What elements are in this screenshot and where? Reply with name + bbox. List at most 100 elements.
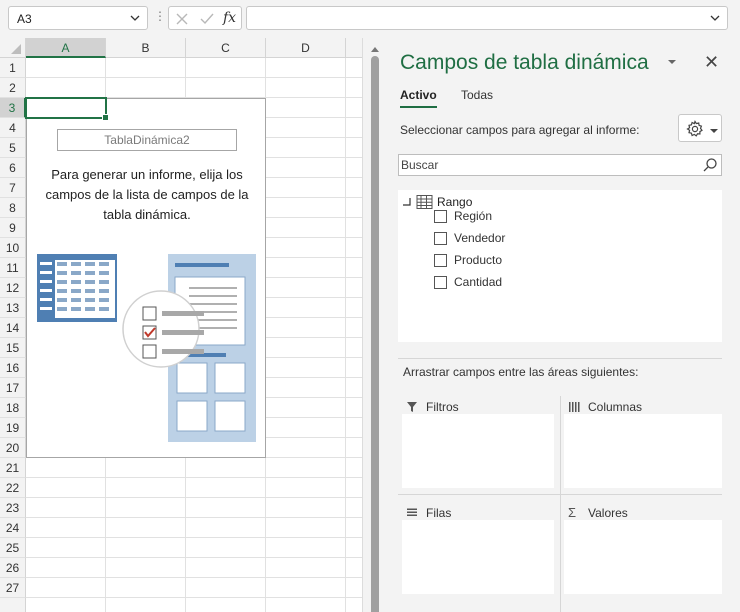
close-icon[interactable]: ✕ bbox=[704, 52, 719, 73]
gridline bbox=[26, 477, 362, 478]
gridline bbox=[26, 557, 362, 558]
row-header[interactable]: 27 bbox=[0, 578, 26, 598]
field-settings-button[interactable] bbox=[678, 114, 722, 142]
field-checkbox[interactable] bbox=[434, 254, 447, 267]
columns-area[interactable]: Columnas bbox=[564, 394, 724, 490]
row-header[interactable]: 2 bbox=[0, 78, 26, 98]
columns-drop-zone[interactable] bbox=[564, 414, 722, 488]
row-header[interactable]: 25 bbox=[0, 538, 26, 558]
name-box[interactable]: A3 bbox=[8, 6, 148, 30]
insert-function-icon[interactable]: fx bbox=[223, 10, 236, 26]
row-header[interactable]: 13 bbox=[0, 298, 26, 318]
columns-label: Columnas bbox=[588, 400, 643, 414]
row-header[interactable]: 9 bbox=[0, 218, 26, 238]
expand-formula-bar-icon[interactable] bbox=[709, 11, 721, 28]
field-label: Vendedor bbox=[454, 231, 506, 245]
tab-active[interactable]: Activo bbox=[400, 88, 437, 108]
row-header[interactable] bbox=[0, 598, 26, 612]
gridline bbox=[345, 58, 346, 612]
row-header[interactable]: 1 bbox=[0, 58, 26, 78]
values-drop-zone[interactable] bbox=[564, 520, 722, 594]
filters-drop-zone[interactable] bbox=[402, 414, 554, 488]
values-area[interactable]: Σ Valores bbox=[564, 500, 724, 612]
row-header[interactable]: 16 bbox=[0, 358, 26, 378]
rows-area[interactable]: Filas bbox=[402, 500, 556, 612]
range-label: Rango bbox=[437, 195, 473, 209]
enter-check-icon[interactable] bbox=[199, 12, 215, 29]
formula-bar: A3 ⋮ fx bbox=[0, 0, 740, 36]
column-header-c[interactable]: C bbox=[186, 38, 266, 58]
scroll-up-icon[interactable] bbox=[370, 42, 380, 56]
vertical-scrollbar[interactable] bbox=[362, 38, 386, 612]
field-checkbox[interactable] bbox=[434, 232, 447, 245]
column-header-b[interactable]: B bbox=[106, 38, 186, 58]
row-header[interactable]: 24 bbox=[0, 518, 26, 538]
rows-drop-zone[interactable] bbox=[402, 520, 554, 594]
gridline bbox=[26, 517, 362, 518]
pane-divider[interactable] bbox=[398, 358, 722, 359]
pivot-fields-pane: Campos de tabla dinámica ✕ Activo Todas … bbox=[388, 38, 740, 612]
more-options-icon[interactable]: ⋮ bbox=[154, 9, 166, 23]
field-search-box[interactable] bbox=[398, 154, 722, 176]
name-box-value: A3 bbox=[17, 12, 32, 26]
chevron-down-icon[interactable] bbox=[129, 11, 141, 28]
field-label: Región bbox=[454, 209, 493, 223]
row-header[interactable]: 10 bbox=[0, 238, 26, 258]
chevron-down-icon bbox=[709, 124, 719, 138]
column-header-partial[interactable] bbox=[346, 38, 362, 58]
filters-label: Filtros bbox=[426, 400, 459, 414]
collapse-icon[interactable] bbox=[402, 196, 412, 210]
pane-options-icon[interactable] bbox=[666, 56, 678, 70]
row-header[interactable]: 17 bbox=[0, 378, 26, 398]
select-all-corner[interactable] bbox=[0, 38, 26, 58]
row-header[interactable]: 21 bbox=[0, 458, 26, 478]
row-header[interactable]: 15 bbox=[0, 338, 26, 358]
column-header-a[interactable]: A bbox=[26, 38, 106, 58]
row-header[interactable]: 7 bbox=[0, 178, 26, 198]
excel-window: A3 ⋮ fx A B C D 1 2 3 4 5 6 7 8 9 10 11 … bbox=[0, 0, 740, 612]
field-checkbox[interactable] bbox=[434, 276, 447, 289]
row-header[interactable]: 22 bbox=[0, 478, 26, 498]
active-cell-a3[interactable] bbox=[25, 97, 109, 121]
gear-icon bbox=[686, 120, 704, 141]
scrollbar-thumb[interactable] bbox=[371, 56, 379, 612]
row-header[interactable]: 20 bbox=[0, 438, 26, 458]
formula-buttons: fx bbox=[168, 6, 242, 30]
row-header[interactable]: 3 bbox=[0, 98, 26, 118]
worksheet-grid[interactable]: A B C D 1 2 3 4 5 6 7 8 9 10 11 12 13 14… bbox=[0, 38, 362, 612]
row-header[interactable]: 23 bbox=[0, 498, 26, 518]
tab-all[interactable]: Todas bbox=[461, 88, 493, 102]
choose-fields-label: Seleccionar campos para agregar al infor… bbox=[400, 123, 640, 137]
gridline bbox=[26, 537, 362, 538]
row-header[interactable]: 18 bbox=[0, 398, 26, 418]
formula-input[interactable] bbox=[246, 6, 728, 30]
pivot-table-placeholder[interactable]: TablaDinámica2 Para generar un informe, … bbox=[26, 98, 266, 458]
filters-area[interactable]: Filtros bbox=[402, 394, 556, 490]
column-header-d[interactable]: D bbox=[266, 38, 346, 58]
table-icon bbox=[416, 194, 434, 213]
row-header[interactable]: 26 bbox=[0, 558, 26, 578]
cancel-icon[interactable] bbox=[175, 12, 189, 29]
gridline bbox=[26, 597, 362, 598]
row-header[interactable]: 8 bbox=[0, 198, 26, 218]
gridline bbox=[26, 77, 362, 78]
row-header[interactable]: 6 bbox=[0, 158, 26, 178]
pane-title: Campos de tabla dinámica bbox=[400, 51, 649, 74]
pivot-illustration-icon bbox=[37, 254, 256, 442]
row-header[interactable]: 4 bbox=[0, 118, 26, 138]
gridline bbox=[26, 497, 362, 498]
row-header[interactable]: 11 bbox=[0, 258, 26, 278]
field-label: Cantidad bbox=[454, 275, 503, 289]
search-input[interactable] bbox=[401, 157, 701, 173]
row-header[interactable]: 12 bbox=[0, 278, 26, 298]
rows-label: Filas bbox=[426, 506, 452, 520]
sigma-icon: Σ bbox=[568, 505, 577, 520]
search-icon[interactable] bbox=[702, 157, 718, 176]
field-checkbox[interactable] bbox=[434, 210, 447, 223]
row-header[interactable]: 5 bbox=[0, 138, 26, 158]
row-header[interactable]: 19 bbox=[0, 418, 26, 438]
field-list: Rango Región Vendedor Producto Cantidad bbox=[398, 190, 722, 342]
drag-areas-label: Arrastrar campos entre las áreas siguien… bbox=[403, 365, 639, 379]
area-separator bbox=[560, 396, 561, 612]
row-header[interactable]: 14 bbox=[0, 318, 26, 338]
